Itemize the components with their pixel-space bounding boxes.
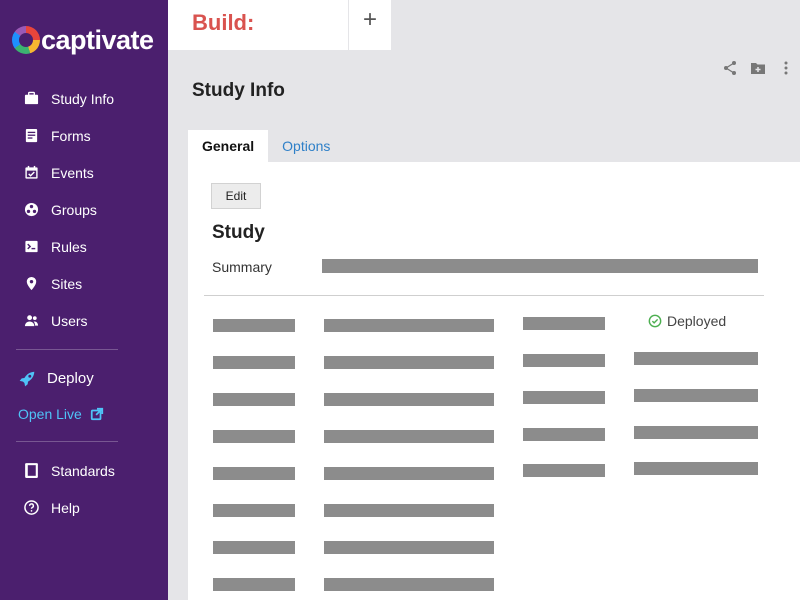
- page-title: Study Info: [192, 80, 285, 101]
- section-divider: [204, 295, 764, 296]
- placeholder-bar: [324, 467, 494, 480]
- sidebar-nav: Study Info Forms Events Groups Rules Sit…: [0, 80, 168, 526]
- external-link-icon: [90, 407, 103, 421]
- sidebar-item-rules[interactable]: Rules: [0, 228, 168, 265]
- placeholder-bar: [213, 504, 295, 517]
- placeholder-bar: [324, 356, 494, 369]
- help-icon: [22, 499, 40, 517]
- briefcase-icon: [22, 90, 40, 108]
- edit-button[interactable]: Edit: [211, 183, 261, 209]
- placeholder-bar: [324, 430, 494, 443]
- forms-icon: [22, 127, 40, 145]
- content-panel: Edit Study Summary Deployed: [188, 162, 800, 600]
- placeholder-bar: [213, 430, 295, 443]
- summary-placeholder: [322, 259, 758, 273]
- sidebar-item-users[interactable]: Users: [0, 302, 168, 339]
- tab-bar: General Options: [188, 130, 344, 162]
- placeholder-bar: [523, 464, 605, 477]
- build-tab[interactable]: Build:: [168, 0, 348, 50]
- captivate-logo[interactable]: captivate: [12, 20, 154, 60]
- placeholder-bar: [324, 393, 494, 406]
- sidebar-divider: [16, 349, 118, 350]
- placeholder-bar: [213, 467, 295, 480]
- placeholder-bar: [523, 354, 605, 367]
- header-toolbar: [716, 58, 800, 78]
- placeholder-bar: [634, 389, 758, 402]
- open-live-label: Open Live: [18, 406, 82, 422]
- more-vertical-icon: [784, 61, 788, 75]
- location-pin-icon: [22, 275, 40, 293]
- sidebar-item-sites[interactable]: Sites: [0, 265, 168, 302]
- sidebar-item-groups[interactable]: Groups: [0, 191, 168, 228]
- users-icon: [22, 312, 40, 330]
- share-button[interactable]: [716, 58, 744, 78]
- rules-icon: [22, 238, 40, 256]
- sidebar-item-label: Groups: [51, 201, 97, 218]
- placeholder-bar: [213, 541, 295, 554]
- status-label: Deployed: [667, 313, 727, 329]
- section-title: Study: [212, 222, 265, 243]
- sidebar-item-label: Events: [51, 164, 94, 181]
- placeholder-bar: [213, 319, 295, 332]
- sidebar-item-forms[interactable]: Forms: [0, 117, 168, 154]
- top-bar: Build: +: [168, 0, 800, 50]
- placeholder-bar: [523, 428, 605, 441]
- sidebar-item-label: Help: [51, 499, 80, 516]
- add-folder-icon: [751, 63, 765, 74]
- logo-ring-icon: [12, 26, 40, 54]
- sidebar: captivate Study Info Forms Events Groups…: [0, 0, 168, 600]
- tab-general[interactable]: General: [188, 130, 269, 162]
- status-badge: Deployed: [648, 313, 726, 329]
- open-live-link[interactable]: Open Live: [0, 397, 168, 431]
- placeholder-bar: [634, 352, 758, 365]
- sidebar-item-label: Users: [51, 312, 88, 329]
- placeholder-bar: [324, 578, 494, 591]
- placeholder-bar: [634, 426, 758, 439]
- sidebar-item-help[interactable]: Help: [0, 489, 168, 526]
- groups-icon: [22, 201, 40, 219]
- tab-options[interactable]: Options: [268, 130, 344, 162]
- book-icon: [22, 462, 40, 480]
- placeholder-bar: [213, 393, 295, 406]
- logo-text: captivate: [41, 24, 154, 55]
- add-tab-button[interactable]: +: [349, 0, 391, 50]
- sidebar-item-label: Rules: [51, 238, 87, 255]
- placeholder-bar: [324, 319, 494, 332]
- placeholder-bar: [523, 317, 605, 330]
- rocket-icon: [18, 370, 36, 388]
- add-folder-button[interactable]: [744, 58, 772, 78]
- sidebar-item-events[interactable]: Events: [0, 154, 168, 191]
- sidebar-item-label: Sites: [51, 275, 83, 292]
- more-options-button[interactable]: [772, 58, 800, 78]
- sidebar-item-label: Forms: [51, 127, 91, 144]
- placeholder-bar: [324, 541, 494, 554]
- placeholder-bar: [213, 578, 295, 591]
- placeholder-bar: [523, 391, 605, 404]
- placeholder-bar: [324, 504, 494, 517]
- sidebar-item-label: Study Info: [51, 90, 115, 107]
- share-icon: [724, 61, 736, 75]
- placeholder-bar: [213, 356, 295, 369]
- check-circle-icon: [648, 314, 662, 328]
- sidebar-item-standards[interactable]: Standards: [0, 452, 168, 489]
- deploy-button[interactable]: Deploy: [0, 360, 168, 397]
- calendar-icon: [22, 164, 40, 182]
- placeholder-bar: [634, 462, 758, 475]
- sidebar-item-study-info[interactable]: Study Info: [0, 80, 168, 117]
- sidebar-divider: [16, 441, 118, 442]
- summary-label: Summary: [212, 259, 272, 275]
- sidebar-item-label: Standards: [51, 462, 115, 479]
- deploy-label: Deploy: [47, 370, 94, 387]
